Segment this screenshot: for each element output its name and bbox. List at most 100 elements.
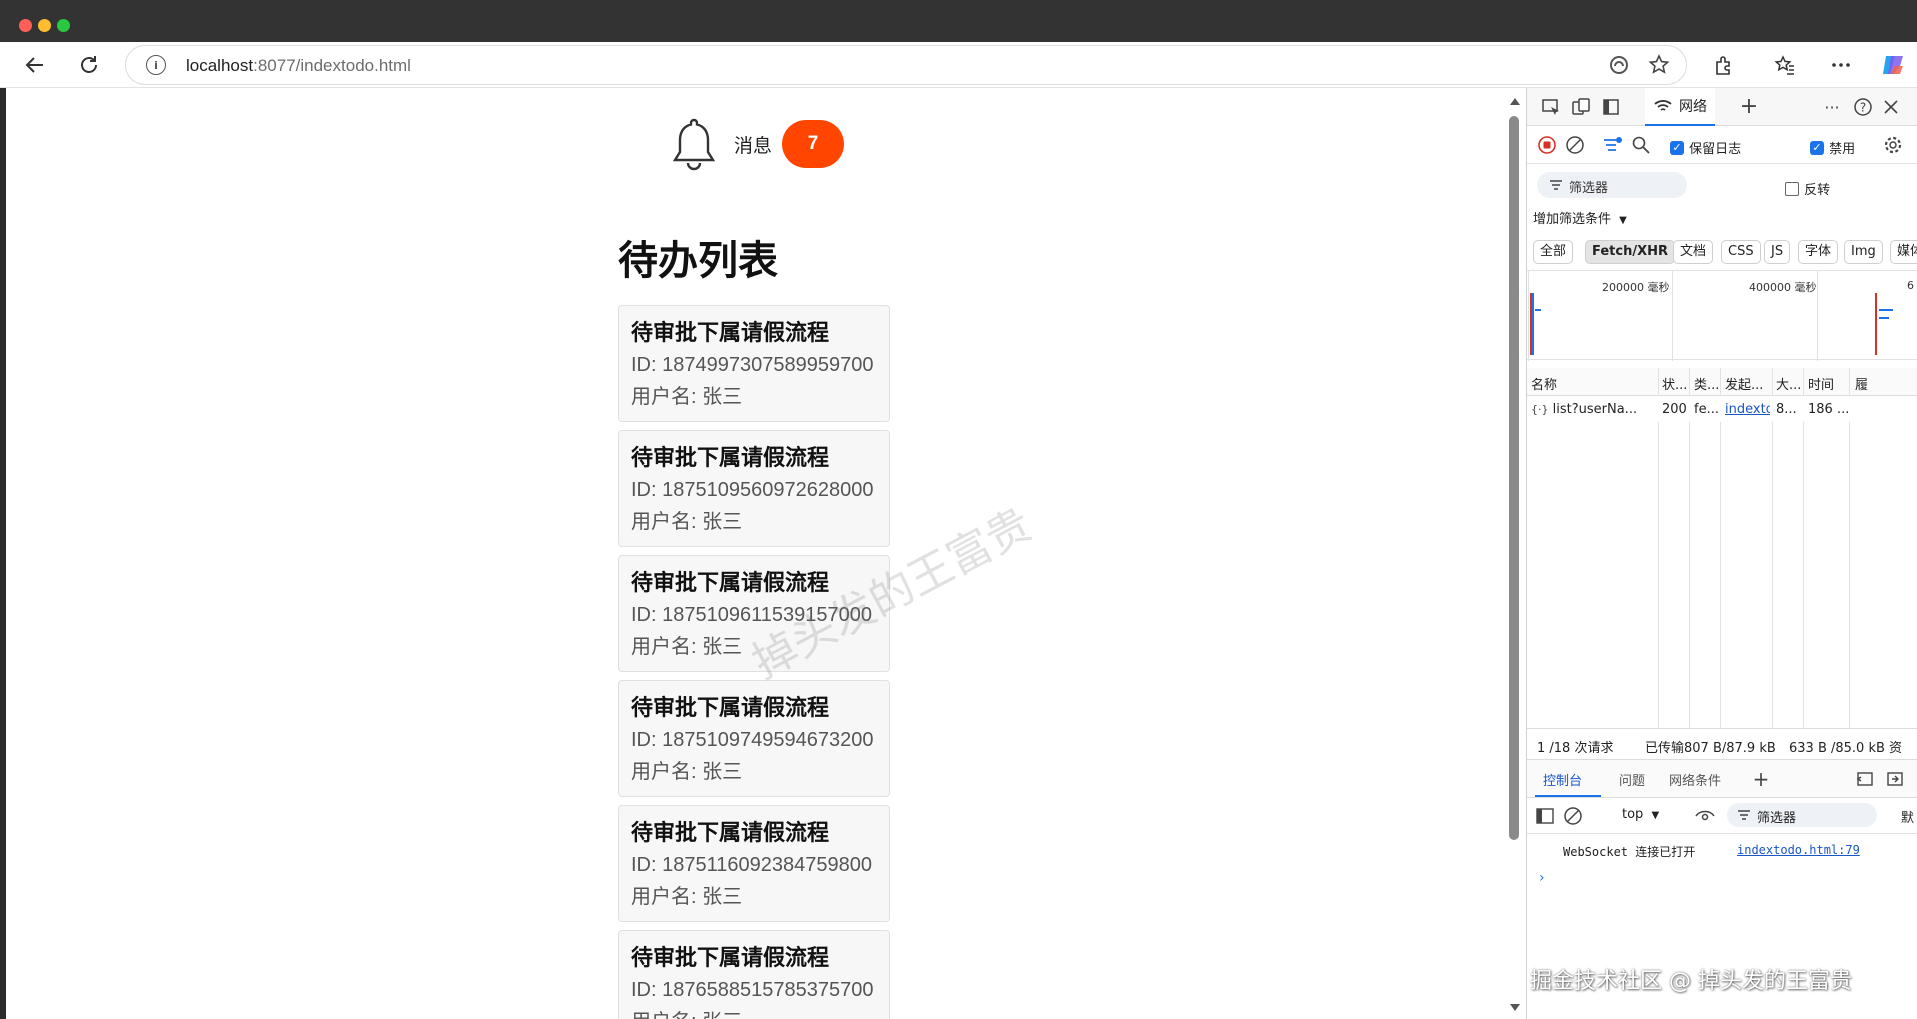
network-settings-gear-icon[interactable] xyxy=(1881,133,1905,157)
todo-user: 用户名: 张三 xyxy=(631,1006,877,1019)
scrollbar-thumb[interactable] xyxy=(1509,116,1519,840)
tab-network-conditions[interactable]: 网络条件 xyxy=(1669,770,1721,789)
tab-issues[interactable]: 问题 xyxy=(1619,770,1645,789)
extensions-icon[interactable] xyxy=(1709,50,1739,80)
col-time[interactable]: 时间 xyxy=(1808,374,1848,393)
type-filter-doc[interactable]: 文档 xyxy=(1673,240,1714,264)
request-initiator-link[interactable]: indextod xyxy=(1725,402,1770,417)
disable-cache-checkbox[interactable]: ✓ xyxy=(1810,140,1824,155)
type-filter-all[interactable]: 全部 xyxy=(1533,240,1574,264)
network-filter-input[interactable]: 筛选器 xyxy=(1537,172,1687,198)
juejin-watermark: 掘金技术社区 @ 掉头发的王富贵 xyxy=(1530,969,1852,994)
console-toolbar: top ▼ 筛选器 默 xyxy=(1527,798,1917,834)
type-filter-js[interactable]: JS xyxy=(1764,240,1791,264)
more-menu-icon[interactable] xyxy=(1826,50,1856,80)
console-prompt-chevron-icon[interactable]: › xyxy=(1539,870,1545,886)
help-icon[interactable]: ? xyxy=(1851,95,1875,119)
todo-id: ID: 1876588515785375700 xyxy=(631,979,874,1001)
maximize-window-button[interactable] xyxy=(57,19,70,32)
col-status[interactable]: 状... xyxy=(1662,374,1690,393)
dock-drawer-icon[interactable] xyxy=(1853,767,1877,791)
bell-icon[interactable] xyxy=(666,114,722,174)
add-drawer-tab-icon[interactable]: + xyxy=(1749,767,1773,791)
minimize-window-button[interactable] xyxy=(38,19,51,32)
todo-card[interactable]: 待审批下属请假流程 ID: 1875109611539157000 用户名: 张… xyxy=(618,555,890,672)
device-emulation-icon[interactable] xyxy=(1569,95,1593,119)
preserve-log-option[interactable]: ✓ 保留日志 xyxy=(1670,137,1741,157)
devtools-more-icon[interactable]: ··· xyxy=(1820,95,1844,119)
todo-id: ID: 1875109749594673200 xyxy=(631,729,874,751)
address-bar[interactable]: i localhost:8077/indextodo.html xyxy=(125,45,1687,85)
todo-list: 待审批下属请假流程 ID: 1874997307589959700 用户名: 张… xyxy=(618,305,890,1019)
add-filter-dropdown[interactable]: 增加筛选条件 ▼ xyxy=(1533,208,1627,227)
preserve-log-checkbox[interactable]: ✓ xyxy=(1670,140,1684,155)
favorites-icon[interactable] xyxy=(1770,50,1800,80)
notification-area[interactable]: 消息 7 xyxy=(666,114,845,174)
site-info-icon[interactable]: i xyxy=(146,55,166,75)
copilot-icon[interactable] xyxy=(1878,50,1908,80)
scroll-up-arrow-icon[interactable] xyxy=(1510,98,1520,105)
type-filter-font[interactable]: 字体 xyxy=(1798,240,1839,264)
request-type: fe... xyxy=(1694,402,1719,417)
type-filter-media[interactable]: 媒体 xyxy=(1890,240,1917,264)
type-filter-css[interactable]: CSS xyxy=(1721,240,1761,264)
col-initiator[interactable]: 发起... xyxy=(1725,374,1770,393)
search-icon[interactable] xyxy=(1629,133,1653,157)
page-scrollbar[interactable] xyxy=(1504,88,1526,1019)
overview-request-bar xyxy=(1879,317,1889,319)
edge-refresh-icon[interactable] xyxy=(1604,50,1634,80)
disable-cache-option[interactable]: ✓ 禁用 xyxy=(1810,137,1855,157)
resources-size: 633 B /85.0 kB 资 xyxy=(1789,741,1903,756)
todo-card[interactable]: 待审批下属请假流程 ID: 1875109560972628000 用户名: 张… xyxy=(618,430,890,547)
type-filter-img[interactable]: Img xyxy=(1844,240,1883,264)
tab-network-label: 网络 xyxy=(1679,99,1707,115)
close-devtools-icon[interactable] xyxy=(1879,95,1903,119)
console-clear-icon[interactable] xyxy=(1561,804,1585,828)
add-tab-icon[interactable]: + xyxy=(1737,94,1761,119)
reload-icon[interactable] xyxy=(74,50,104,80)
tab-console-underline xyxy=(1535,795,1601,797)
invert-label: 反转 xyxy=(1804,183,1831,198)
col-type[interactable]: 类... xyxy=(1694,374,1722,393)
fetch-icon: {·} xyxy=(1531,403,1549,416)
type-filter-fetch-xhr[interactable]: Fetch/XHR xyxy=(1585,240,1676,264)
network-request-row[interactable]: {·} list?userNa... 200 fe... indextod 8.… xyxy=(1527,396,1917,422)
record-stop-icon[interactable] xyxy=(1535,133,1559,157)
favorite-star-icon[interactable] xyxy=(1644,50,1674,80)
tab-console[interactable]: 控制台 xyxy=(1543,770,1582,789)
close-drawer-icon[interactable] xyxy=(1883,767,1907,791)
todo-card[interactable]: 待审批下属请假流程 ID: 1875109749594673200 用户名: 张… xyxy=(618,680,890,797)
col-size[interactable]: 大... xyxy=(1776,374,1804,393)
clear-icon[interactable] xyxy=(1563,133,1587,157)
console-source-link[interactable]: indextodo.html:79 xyxy=(1737,843,1860,857)
url-path: :8077/indextodo.html xyxy=(253,56,411,75)
scroll-down-arrow-icon[interactable] xyxy=(1510,1004,1520,1011)
filter-icon xyxy=(1738,810,1750,820)
tab-network[interactable]: 网络 xyxy=(1645,88,1715,126)
network-overview-timeline[interactable]: 200000 毫秒 400000 毫秒 6 xyxy=(1527,270,1917,361)
url-text[interactable]: localhost:8077/indextodo.html xyxy=(186,56,411,76)
log-levels-dropdown[interactable]: 默 xyxy=(1901,807,1914,826)
preserve-log-label: 保留日志 xyxy=(1689,142,1742,157)
close-window-button[interactable] xyxy=(19,19,32,32)
col-name[interactable]: 名称 xyxy=(1531,374,1631,393)
dock-side-icon[interactable] xyxy=(1599,95,1623,119)
invert-option[interactable]: 反转 xyxy=(1785,178,1830,198)
todo-card[interactable]: 待审批下属请假流程 ID: 1876588515785375700 用户名: 张… xyxy=(618,930,890,1019)
back-icon[interactable] xyxy=(20,50,50,80)
network-filter-placeholder: 筛选器 xyxy=(1569,181,1609,196)
context-selector[interactable]: top ▼ xyxy=(1622,807,1659,822)
add-filter-label: 增加筛选条件 xyxy=(1533,212,1612,227)
overview-request-bar xyxy=(1535,309,1541,311)
console-filter-input[interactable]: 筛选器 xyxy=(1727,803,1877,827)
todo-card[interactable]: 待审批下属请假流程 ID: 1875116092384759800 用户名: 张… xyxy=(618,805,890,922)
notification-count-badge[interactable]: 7 xyxy=(782,120,845,168)
filter-settings-icon[interactable] xyxy=(1601,133,1625,157)
live-expression-eye-icon[interactable] xyxy=(1693,804,1717,828)
todo-card[interactable]: 待审批下属请假流程 ID: 1874997307589959700 用户名: 张… xyxy=(618,305,890,422)
network-status-bar: 1 /18 次请求 已传输807 B/87.9 kB 633 B /85.0 k… xyxy=(1527,728,1917,760)
inspect-element-icon[interactable] xyxy=(1539,95,1563,119)
console-sidebar-icon[interactable] xyxy=(1533,804,1557,828)
invert-checkbox[interactable] xyxy=(1785,181,1799,196)
col-waterfall[interactable]: 履 xyxy=(1855,374,1875,393)
